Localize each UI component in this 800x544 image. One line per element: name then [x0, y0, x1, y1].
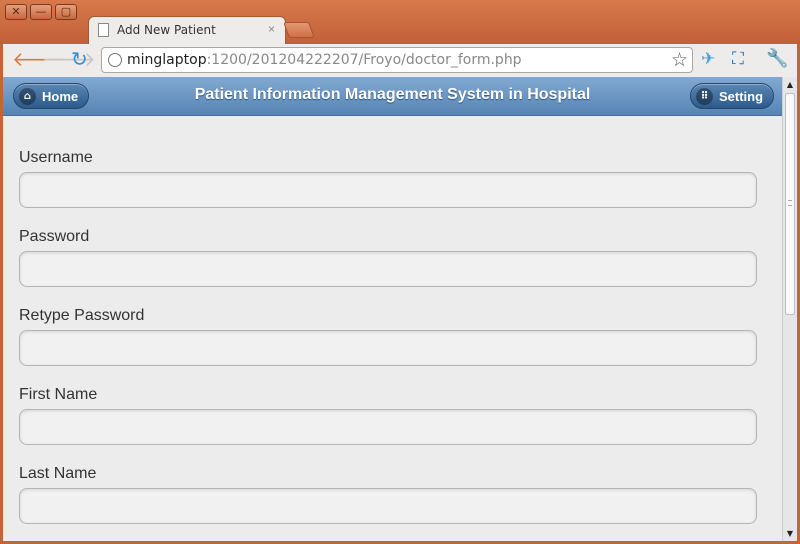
password-input[interactable]: [19, 251, 757, 287]
tab-close-icon[interactable]: ×: [268, 22, 275, 36]
app-header: ⌂ Home Patient Information Management Sy…: [3, 77, 782, 116]
window-maximize-icon[interactable]: ▢: [55, 4, 77, 20]
window-close-icon[interactable]: ✕: [5, 4, 27, 20]
new-tab-button[interactable]: [283, 22, 315, 38]
grid-icon: ⠿: [696, 88, 713, 105]
reload-icon[interactable]: ↻: [71, 48, 88, 70]
window-minimize-icon[interactable]: —: [30, 4, 52, 20]
password-label: Password: [19, 228, 90, 245]
browser-tab[interactable]: Add New Patient ×: [88, 16, 286, 44]
patient-form: Username Password Retype Password First …: [19, 149, 757, 541]
page-document-icon: [98, 23, 109, 37]
username-label: Username: [19, 149, 93, 166]
last-name-input[interactable]: [19, 488, 757, 524]
browser-toolbar: 🡐 🡒 ↻ minglaptop:1200/201204222207/Froyo…: [0, 44, 800, 77]
page-content: ⌂ Home Patient Information Management Sy…: [3, 77, 797, 541]
scroll-down-arrow-icon[interactable]: ▼: [783, 526, 797, 541]
url-path: :1200/201204222207/Froyo/doctor_form.php: [206, 52, 522, 68]
page-title: Patient Information Management System in…: [194, 86, 591, 103]
extension-bird-icon[interactable]: ✈: [701, 48, 715, 70]
window-controls: ✕ — ▢: [5, 4, 77, 20]
scrollbar-grip-icon: [788, 200, 792, 206]
scrollbar-thumb[interactable]: [785, 93, 795, 315]
retype-password-field-group: Retype Password: [19, 307, 757, 386]
setting-button[interactable]: ⠿ Setting: [690, 83, 775, 109]
last-name-label: Last Name: [19, 465, 97, 482]
scroll-up-arrow-icon[interactable]: ▲: [783, 77, 797, 92]
first-name-label: First Name: [19, 386, 98, 403]
password-field-group: Password: [19, 228, 757, 307]
address-bar[interactable]: minglaptop:1200/201204222207/Froyo/docto…: [101, 47, 693, 73]
first-name-field-group: First Name: [19, 386, 757, 465]
globe-icon: [108, 53, 122, 67]
username-input[interactable]: [19, 172, 757, 208]
extension-screenshot-icon[interactable]: ⛶: [732, 48, 744, 70]
wrench-menu-icon[interactable]: 🔧: [766, 48, 788, 70]
url-text: minglaptop:1200/201204222207/Froyo/docto…: [127, 52, 522, 68]
bookmark-star-icon[interactable]: ☆: [671, 49, 688, 72]
vertical-scrollbar[interactable]: ▲ ▼: [782, 77, 797, 541]
retype-password-label: Retype Password: [19, 307, 145, 324]
window-titlebar: ✕ — ▢ Add New Patient ×: [0, 0, 800, 44]
setting-button-label: Setting: [719, 89, 764, 104]
tab-title: Add New Patient: [117, 23, 216, 37]
username-field-group: Username: [19, 149, 757, 228]
retype-password-input[interactable]: [19, 330, 757, 366]
first-name-input[interactable]: [19, 409, 757, 445]
url-host: minglaptop: [127, 52, 207, 68]
last-name-field-group: Last Name: [19, 465, 757, 541]
